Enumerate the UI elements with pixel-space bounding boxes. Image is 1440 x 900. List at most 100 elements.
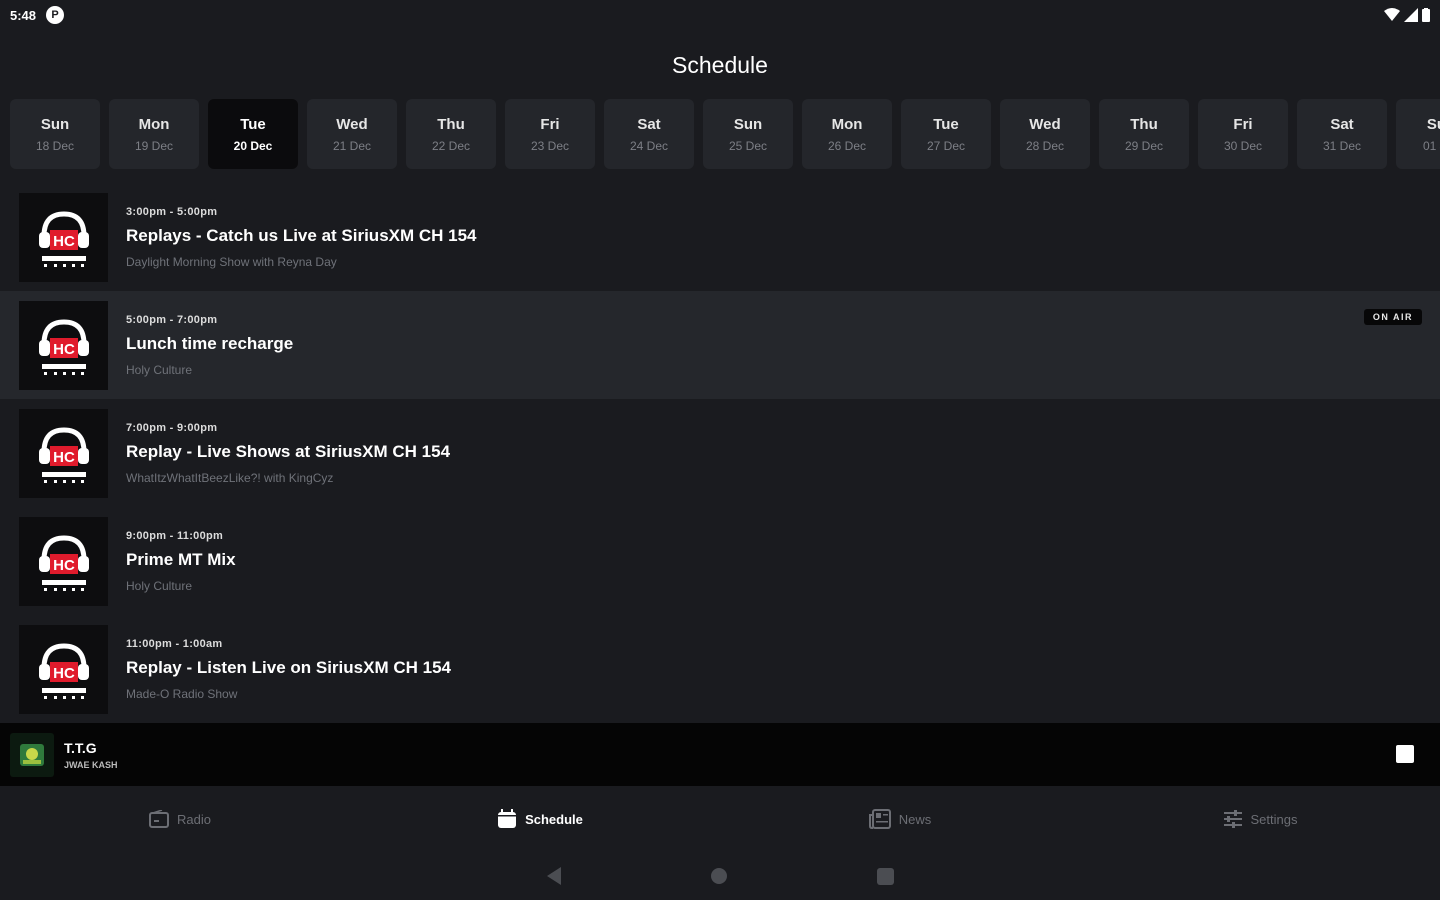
status-left: 5:48 P [10,6,65,24]
show-host: Holy Culture [126,578,193,593]
day-tab[interactable]: Fri 30 Dec [1198,99,1288,169]
day-tab[interactable]: Sun 18 Dec [10,99,100,169]
page-title: Schedule [672,52,768,78]
day-date: 30 Dec [1223,138,1263,153]
nav-settings[interactable]: Settings [1080,786,1440,852]
nav-radio-label: Radio [177,811,211,827]
day-date: 24 Dec [629,138,669,153]
day-name: Sun [733,115,763,133]
newspaper-icon [868,809,891,829]
day-tab[interactable]: Sun 01 Jan [1396,99,1440,169]
day-tab[interactable]: Sat 31 Dec [1297,99,1387,169]
show-title: Lunch time recharge [126,333,294,353]
day-date: 28 Dec [1025,138,1065,153]
day-tab[interactable]: Sat 24 Dec [604,99,694,169]
day-tab[interactable]: Tue 27 Dec [901,99,991,169]
system-nav-bar [0,852,1440,900]
show-host: WhatItzWhatItBeezLike?! with KingCyz [126,470,334,485]
player-artist: JWAE KASH [64,759,118,770]
day-date: 01 Jan [1422,138,1440,153]
day-tab[interactable]: Fri 23 Dec [505,99,595,169]
wifi-icon [1384,8,1400,22]
logo-text: HC [53,449,75,466]
show-time: 9:00pm - 11:00pm [126,529,224,542]
day-name: Tue [933,115,959,133]
day-tab[interactable]: Wed 28 Dec [1000,99,1090,169]
show-logo: HC [19,300,108,390]
logo-text: HC [53,665,75,682]
day-date: 25 Dec [728,138,768,153]
status-right [1384,8,1430,22]
sliders-icon [1223,810,1243,828]
show-logo: HC [19,516,108,606]
day-date: 22 Dec [431,138,471,153]
nav-news-label: News [898,811,932,827]
schedule-row[interactable]: HC 3:00pm - 5:00pm Replays - Catch us Live… [0,183,1440,291]
show-title: Replay - Live Shows at SiriusXM CH 154 [126,441,451,461]
battery-icon [1422,8,1430,22]
show-info: 7:00pm - 9:00pm Replay - Live Shows at Si… [126,422,450,485]
day-date: 19 Dec [134,138,174,153]
schedule-list: HC 3:00pm - 5:00pm Replays - Catch us Live… [0,183,1440,723]
logo-text: HC [53,557,75,574]
player-track-title: T.T.G [64,739,97,756]
day-name: Sun [40,115,70,133]
on-air-badge: ON AIR [1363,309,1422,325]
show-title: Prime MT Mix [126,549,236,569]
mini-player[interactable]: T.T.G JWAE KASH [0,723,1440,786]
status-bar: 5:48 P [0,0,1440,30]
nav-settings-label: Settings [1250,811,1298,827]
status-time: 5:48 [10,7,37,23]
nav-schedule[interactable]: Schedule [360,786,720,852]
day-name: Thu [437,115,465,133]
day-name: Sat [1330,115,1354,133]
show-logo: HC [19,408,108,498]
show-host: Holy Culture [126,362,193,377]
schedule-row[interactable]: HC 9:00pm - 11:00pm Prime MT Mix Holy Cultu… [0,507,1440,615]
show-info: 5:00pm - 7:00pm Lunch time recharge Holy C… [126,314,293,377]
logo-text: HC [53,341,75,358]
show-info: 9:00pm - 11:00pm Prime MT Mix Holy Culture [126,530,236,593]
player-info: T.T.G JWAE KASH [64,740,118,770]
day-tab[interactable]: Thu 29 Dec [1099,99,1189,169]
day-name: Fri [540,115,560,133]
day-tab[interactable]: Mon 26 Dec [802,99,892,169]
show-info: 3:00pm - 5:00pm Replays - Catch us Live a… [126,206,477,269]
schedule-row[interactable]: HC 7:00pm - 9:00pm Replay - Live Shows at … [0,399,1440,507]
calendar-icon [497,809,517,829]
day-name: Tue [240,115,266,133]
day-date: 20 Dec [233,138,273,153]
nav-news[interactable]: News [720,786,1080,852]
radio-icon [149,810,170,828]
show-title: Replays - Catch us Live at SiriusXM CH 1… [126,225,477,245]
day-date: 23 Dec [530,138,570,153]
day-date: 31 Dec [1322,138,1362,153]
stop-button[interactable] [1396,745,1414,763]
schedule-row[interactable]: HC 5:00pm - 7:00pm Lunch time recharge Holy… [0,291,1440,399]
day-date: 26 Dec [827,138,867,153]
album-art [10,732,54,777]
show-time: 3:00pm - 5:00pm [126,205,218,218]
nav-radio[interactable]: Radio [0,786,360,852]
schedule-row[interactable]: HC 11:00pm - 1:00am Replay - Listen Live o… [0,615,1440,723]
nav-schedule-label: Schedule [525,811,583,827]
day-tab[interactable]: Sun 25 Dec [703,99,793,169]
show-time: 5:00pm - 7:00pm [126,313,218,326]
day-tab[interactable]: Thu 22 Dec [406,99,496,169]
day-date: 27 Dec [926,138,966,153]
show-time: 7:00pm - 9:00pm [126,421,218,434]
day-date: 29 Dec [1124,138,1164,153]
home-icon[interactable] [710,868,727,884]
day-name: Mon [831,115,863,133]
logo-text: HC [53,233,75,250]
recents-icon[interactable] [876,867,894,885]
day-name: Sat [637,115,661,133]
cellular-signal-icon [1404,8,1418,22]
day-tab[interactable]: Mon 19 Dec [109,99,199,169]
day-tab[interactable]: Tue 20 Dec [208,99,298,169]
day-name: Mon [138,115,170,133]
show-logo: HC [19,624,108,714]
show-host: Made-O Radio Show [126,686,238,701]
day-tab[interactable]: Wed 21 Dec [307,99,397,169]
back-icon[interactable] [546,867,561,885]
